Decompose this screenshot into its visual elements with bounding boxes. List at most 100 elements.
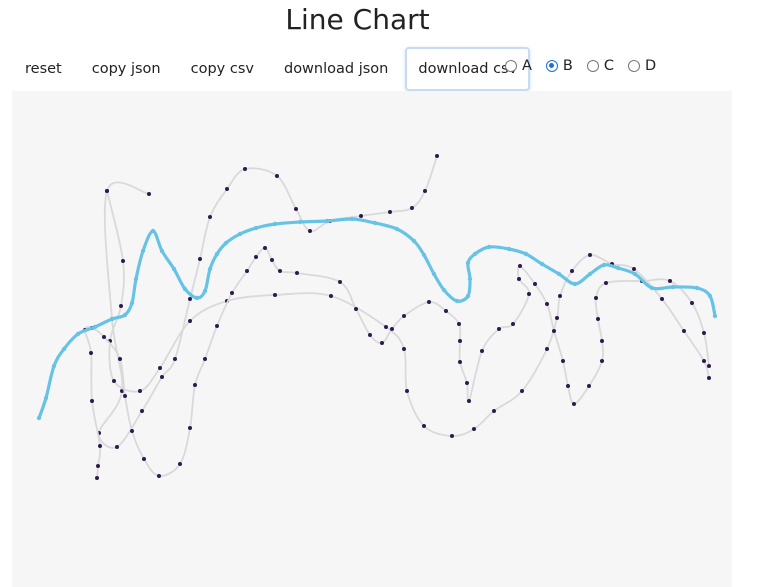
data-point-d-35[interactable]	[458, 360, 462, 364]
data-point-d-31[interactable]	[427, 300, 431, 304]
data-point-b-49[interactable]	[694, 285, 700, 291]
data-point-b-39[interactable]	[523, 251, 529, 257]
data-point-d-0[interactable]	[95, 476, 99, 480]
data-point-a-5[interactable]	[115, 445, 119, 449]
data-point-b-36[interactable]	[472, 251, 478, 257]
data-point-c-1[interactable]	[121, 259, 125, 263]
data-point-d-27[interactable]	[368, 333, 372, 337]
data-point-a-10[interactable]	[198, 257, 202, 261]
data-point-d-44[interactable]	[533, 282, 537, 286]
data-point-b-28[interactable]	[411, 238, 417, 244]
data-point-c-10[interactable]	[329, 294, 333, 298]
data-point-d-52[interactable]	[600, 339, 604, 343]
data-point-b-24[interactable]	[324, 218, 330, 224]
data-point-b-22[interactable]	[272, 221, 278, 227]
data-point-b-12[interactable]	[159, 248, 165, 254]
data-point-b-43[interactable]	[587, 271, 593, 277]
radio-option-d[interactable]: D	[628, 58, 656, 74]
data-point-b-23[interactable]	[297, 219, 303, 225]
data-point-a-14[interactable]	[275, 174, 279, 178]
data-point-c-16[interactable]	[472, 427, 476, 431]
data-point-b-50[interactable]	[707, 293, 713, 299]
data-point-c-28[interactable]	[702, 359, 706, 363]
data-point-d-16[interactable]	[203, 357, 207, 361]
data-point-c-2[interactable]	[119, 304, 123, 308]
data-point-d-45[interactable]	[545, 302, 549, 306]
data-point-b-45[interactable]	[615, 265, 621, 271]
data-point-b-31[interactable]	[441, 287, 447, 293]
radio-circle-d-icon[interactable]	[628, 60, 640, 72]
data-point-b-4[interactable]	[75, 331, 81, 337]
data-point-d-40[interactable]	[511, 322, 515, 326]
data-point-c-18[interactable]	[520, 389, 524, 393]
data-point-c-4[interactable]	[112, 379, 116, 383]
data-point-a-12[interactable]	[225, 187, 229, 191]
data-point-d-38[interactable]	[480, 349, 484, 353]
data-point-b-3[interactable]	[61, 346, 67, 352]
download-json-button[interactable]: download json	[271, 47, 401, 91]
data-point-d-42[interactable]	[517, 277, 521, 281]
data-point-b-26[interactable]	[372, 220, 378, 226]
data-point-d-25[interactable]	[338, 280, 342, 284]
data-point-d-47[interactable]	[561, 359, 565, 363]
data-point-c-12[interactable]	[402, 347, 406, 351]
data-point-b-8[interactable]	[129, 300, 135, 306]
data-point-b-41[interactable]	[556, 271, 562, 277]
radio-option-c[interactable]: C	[586, 58, 614, 74]
data-point-b-15[interactable]	[194, 295, 200, 301]
data-point-d-50[interactable]	[587, 384, 591, 388]
data-point-c-23[interactable]	[588, 253, 592, 257]
data-point-d-46[interactable]	[552, 329, 556, 333]
data-point-c-11[interactable]	[384, 325, 388, 329]
data-point-d-59[interactable]	[702, 331, 706, 335]
data-point-b-29[interactable]	[421, 252, 427, 258]
data-point-c-14[interactable]	[422, 424, 426, 428]
data-point-c-27[interactable]	[682, 329, 686, 333]
series-line-b[interactable]	[37, 217, 717, 420]
copy-csv-button[interactable]: copy csv	[178, 47, 267, 91]
data-point-d-18[interactable]	[230, 291, 234, 295]
data-point-b-5[interactable]	[92, 324, 98, 330]
data-point-d-23[interactable]	[278, 269, 282, 273]
data-point-a-15[interactable]	[294, 207, 298, 211]
data-point-d-29[interactable]	[390, 327, 394, 331]
data-point-b-48[interactable]	[670, 284, 676, 290]
data-point-b-9[interactable]	[133, 276, 139, 282]
data-point-b-11[interactable]	[150, 228, 156, 234]
data-point-b-6[interactable]	[109, 316, 115, 322]
data-point-d-24[interactable]	[295, 271, 299, 275]
data-point-b-51[interactable]	[712, 313, 718, 319]
data-point-d-20[interactable]	[254, 255, 258, 259]
data-point-b-18[interactable]	[214, 251, 220, 257]
data-point-d-26[interactable]	[354, 307, 358, 311]
data-point-d-34[interactable]	[458, 339, 462, 343]
data-point-a-0[interactable]	[147, 192, 151, 196]
data-point-d-49[interactable]	[572, 402, 576, 406]
data-point-d-41[interactable]	[527, 292, 531, 296]
data-point-c-6[interactable]	[158, 366, 162, 370]
data-point-b-47[interactable]	[649, 285, 655, 291]
data-point-b-38[interactable]	[506, 246, 512, 252]
data-point-a-19[interactable]	[388, 210, 392, 214]
data-point-d-21[interactable]	[263, 246, 267, 250]
data-point-b-35[interactable]	[465, 260, 471, 266]
data-point-d-53[interactable]	[596, 317, 600, 321]
data-point-a-20[interactable]	[410, 206, 414, 210]
data-point-c-19[interactable]	[545, 347, 549, 351]
data-point-d-36[interactable]	[465, 381, 469, 385]
data-point-b-14[interactable]	[182, 286, 188, 292]
data-point-b-37[interactable]	[486, 244, 492, 250]
data-point-d-17[interactable]	[215, 324, 219, 328]
data-point-b-13[interactable]	[171, 266, 177, 272]
data-point-a-18[interactable]	[359, 214, 363, 218]
data-point-c-13[interactable]	[405, 389, 409, 393]
data-point-d-12[interactable]	[157, 474, 161, 478]
data-point-d-60[interactable]	[707, 364, 711, 368]
data-point-c-26[interactable]	[660, 297, 664, 301]
data-point-d-19[interactable]	[245, 269, 249, 273]
data-point-d-15[interactable]	[193, 383, 197, 387]
data-point-b-25[interactable]	[349, 216, 355, 222]
data-point-c-5[interactable]	[138, 389, 142, 393]
data-point-a-21[interactable]	[423, 189, 427, 193]
data-point-d-32[interactable]	[444, 309, 448, 313]
